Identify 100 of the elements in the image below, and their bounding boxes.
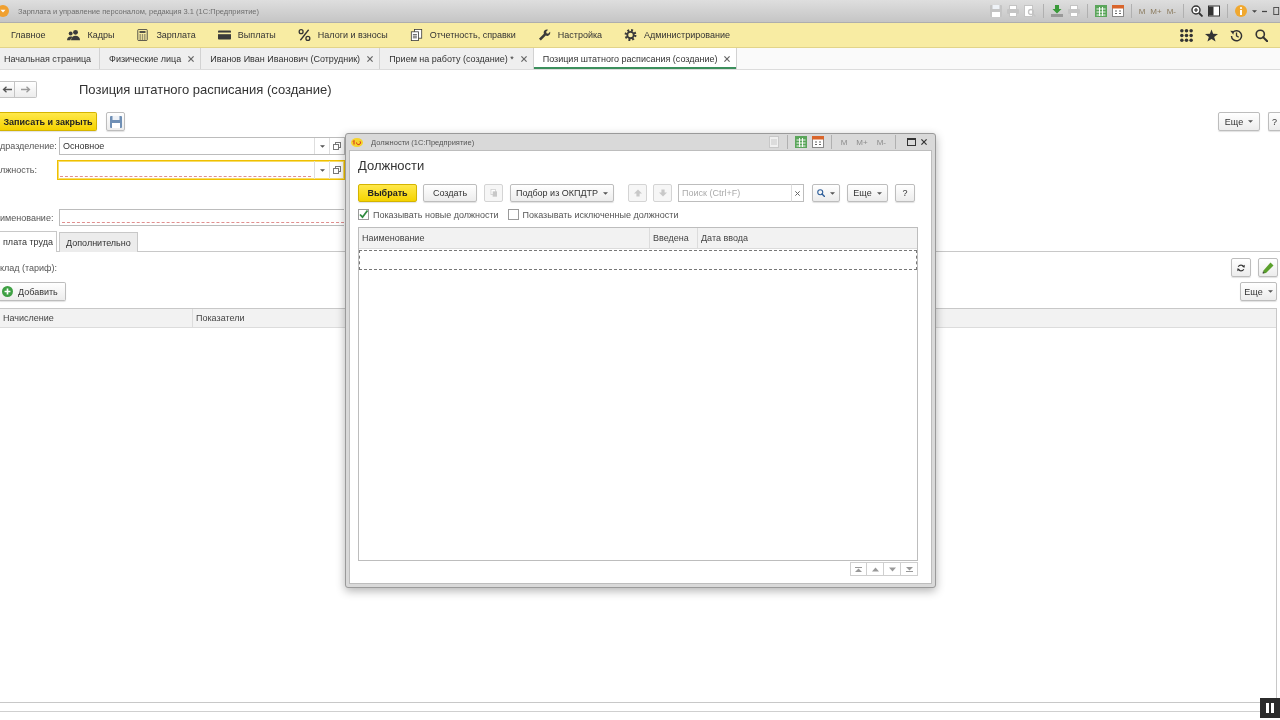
document-tab[interactable]: Физические лица bbox=[100, 48, 202, 69]
search-icon[interactable] bbox=[1255, 28, 1268, 42]
add-button[interactable]: Добавить bbox=[0, 282, 66, 301]
caret-icon bbox=[830, 191, 835, 195]
window-icon bbox=[333, 142, 341, 150]
scroll-last-button[interactable] bbox=[901, 562, 918, 576]
apps-grid-icon[interactable] bbox=[1180, 28, 1193, 42]
caret-icon bbox=[603, 191, 609, 195]
down-arrow-icon bbox=[658, 189, 667, 197]
section-link[interactable]: Зарплата bbox=[136, 29, 196, 41]
restore-icon[interactable] bbox=[1272, 7, 1280, 15]
copy-icon bbox=[489, 189, 498, 197]
save-icon bbox=[109, 115, 122, 128]
current-row[interactable] bbox=[359, 250, 917, 270]
section-link[interactable]: Отчетность, справки bbox=[409, 29, 516, 41]
close-icon[interactable] bbox=[367, 55, 374, 62]
caret-icon bbox=[1267, 290, 1273, 293]
table-icon[interactable] bbox=[1094, 5, 1107, 17]
edit-button[interactable] bbox=[1258, 258, 1278, 277]
refresh-icon bbox=[1237, 263, 1245, 272]
checkbox[interactable] bbox=[507, 209, 519, 220]
gear-icon bbox=[624, 29, 638, 41]
close-icon[interactable] bbox=[921, 139, 927, 145]
close-icon[interactable] bbox=[520, 55, 527, 62]
section-link[interactable]: Настройка bbox=[537, 29, 603, 41]
last-icon bbox=[905, 566, 913, 572]
select-button[interactable]: Выбрать bbox=[358, 184, 417, 202]
save-button[interactable] bbox=[106, 112, 125, 131]
checkbox-label: Показывать новые должности bbox=[373, 209, 499, 220]
column-header[interactable]: Начисление bbox=[0, 309, 193, 327]
save-and-close-button[interactable]: Записать и закрыть bbox=[0, 112, 97, 131]
input-field[interactable]: Основное bbox=[59, 137, 345, 155]
history-icon[interactable] bbox=[1230, 28, 1243, 42]
maximize-icon[interactable] bbox=[907, 138, 916, 146]
logo-icon bbox=[351, 137, 363, 147]
caret-icon bbox=[319, 168, 325, 172]
open-button[interactable] bbox=[329, 138, 344, 154]
panel-icon[interactable] bbox=[1208, 5, 1220, 17]
document-tab[interactable]: Прием на работу (создание) * bbox=[380, 48, 534, 69]
table-icon[interactable] bbox=[794, 136, 807, 148]
input-field[interactable] bbox=[57, 160, 345, 180]
section-link[interactable]: Налоги и взносы bbox=[297, 29, 388, 41]
clear-icon[interactable] bbox=[795, 190, 800, 196]
close-icon[interactable] bbox=[188, 55, 195, 62]
left-arrow-icon bbox=[2, 86, 12, 93]
up-arrow-icon bbox=[633, 189, 642, 197]
checkbox[interactable] bbox=[358, 209, 369, 220]
calendar-icon[interactable] bbox=[811, 136, 824, 148]
caret-icon bbox=[319, 144, 325, 148]
up-triangle-icon bbox=[871, 566, 879, 572]
plus-circle-icon bbox=[2, 286, 13, 297]
close-icon[interactable] bbox=[724, 55, 731, 62]
search-icon bbox=[817, 189, 825, 197]
more-button[interactable]: Еще bbox=[1240, 282, 1277, 301]
search-button[interactable] bbox=[812, 184, 840, 202]
open-button[interactable] bbox=[329, 161, 344, 179]
documents-icon bbox=[409, 29, 423, 41]
caret-icon bbox=[876, 191, 882, 195]
document-tab[interactable]: Начальная страница bbox=[0, 48, 101, 69]
create-button[interactable]: Создать bbox=[423, 184, 477, 202]
form-tab[interactable]: Дополнительно bbox=[59, 232, 138, 252]
section-link[interactable]: Главное bbox=[11, 30, 46, 40]
scroll-down-button[interactable] bbox=[884, 562, 901, 576]
wrench-icon bbox=[537, 29, 551, 41]
star-icon[interactable] bbox=[1205, 28, 1218, 42]
help-button[interactable]: ? bbox=[895, 184, 915, 202]
column-header[interactable]: Введена bbox=[650, 228, 698, 248]
help-button[interactable]: ? bbox=[1268, 112, 1280, 131]
refresh-button[interactable] bbox=[1231, 258, 1251, 277]
download-icon[interactable] bbox=[1050, 5, 1063, 17]
document-tab[interactable]: Иванов Иван Иванович (Сотрудник) bbox=[201, 48, 381, 69]
document-tab[interactable]: Позиция штатного расписания (создание) bbox=[533, 48, 738, 69]
checkbox-label: Показывать исключенные должности bbox=[522, 209, 679, 220]
scroll-first-button[interactable] bbox=[850, 562, 867, 576]
input-field[interactable] bbox=[59, 209, 344, 226]
right-arrow-icon bbox=[20, 86, 31, 93]
down-triangle-icon bbox=[888, 566, 896, 572]
form-tab[interactable]: плата труда bbox=[0, 231, 57, 252]
section-link[interactable]: Выплаты bbox=[217, 29, 276, 41]
column-header[interactable]: Наименование bbox=[359, 228, 650, 248]
column-header[interactable]: Дата ввода bbox=[698, 228, 917, 248]
pause-icon[interactable] bbox=[1260, 698, 1280, 718]
calendar-icon[interactable] bbox=[1111, 5, 1124, 17]
more-button[interactable]: Еще bbox=[1218, 112, 1260, 131]
minimize-icon[interactable] bbox=[1262, 9, 1267, 13]
pick-button[interactable]: Подбор из ОКПДТР bbox=[510, 184, 614, 202]
scroll-up-button[interactable] bbox=[867, 562, 884, 576]
window-icon bbox=[333, 166, 341, 174]
field-label: лжность: bbox=[0, 165, 39, 175]
field-label: клад (тариф): bbox=[0, 262, 57, 273]
card-icon bbox=[217, 29, 231, 41]
column-header[interactable]: Показатели bbox=[193, 309, 345, 327]
people-icon bbox=[67, 29, 81, 41]
search-field[interactable]: Поиск (Ctrl+F) bbox=[678, 184, 791, 202]
dialog-heading: Должности bbox=[358, 158, 425, 174]
back-button[interactable] bbox=[0, 81, 15, 98]
zoom-in-icon[interactable] bbox=[1191, 5, 1203, 17]
section-link[interactable]: Кадры bbox=[67, 29, 115, 41]
section-link[interactable]: Администрирование bbox=[624, 29, 730, 41]
more-button[interactable]: Еще bbox=[847, 184, 888, 202]
